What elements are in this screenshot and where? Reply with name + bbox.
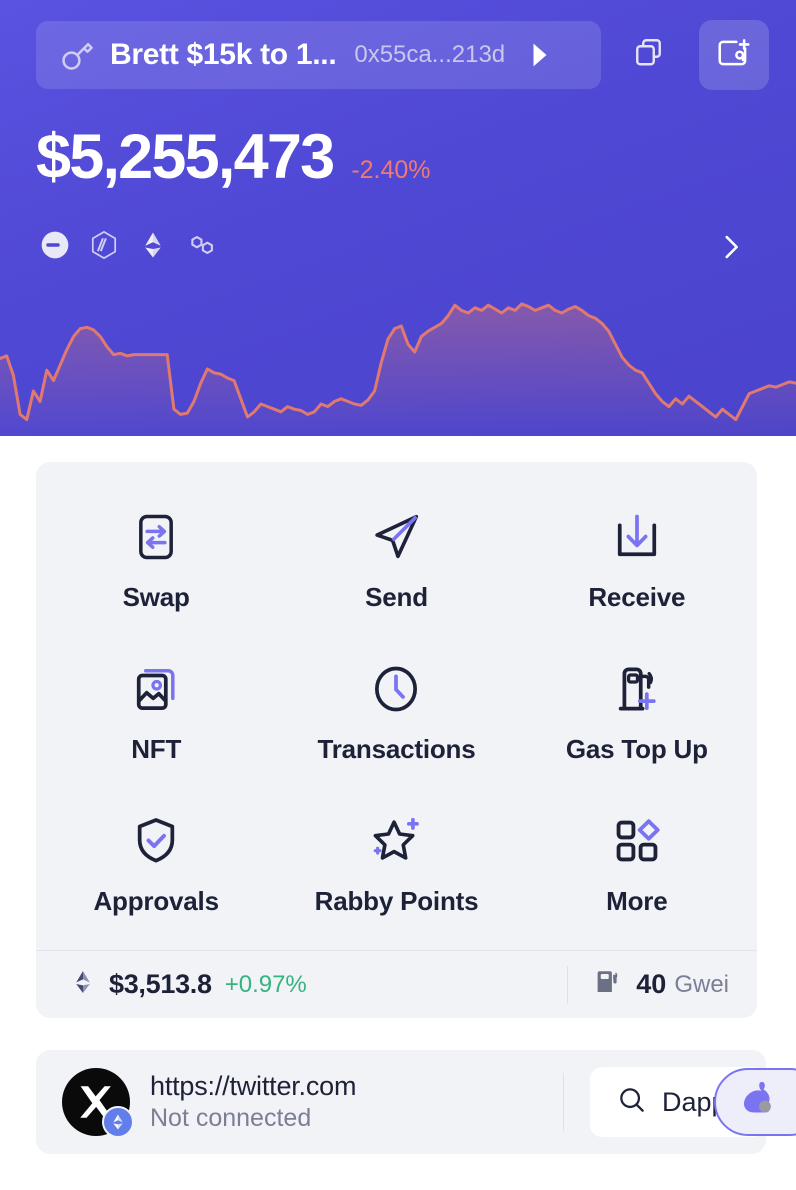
- caret-right-icon: [529, 42, 551, 68]
- gas-price-widget[interactable]: 40 Gwei: [594, 967, 729, 1002]
- shield-check-icon: [128, 812, 184, 870]
- site-connection-status: Not connected: [150, 1104, 312, 1132]
- balance-sparkline-chart: [0, 302, 796, 436]
- gas-pump-plus-icon: [609, 660, 665, 718]
- total-balance: $5,255,473: [36, 122, 335, 192]
- rabby-points-action[interactable]: Rabby Points: [276, 788, 516, 940]
- receive-action-label: Receive: [588, 581, 686, 612]
- rabby-wallet-popup: Brett $15k to 1... 0x55ca...213d $5,255,…: [0, 0, 796, 1190]
- chain-list[interactable]: [38, 228, 219, 262]
- search-icon: [616, 1084, 648, 1121]
- send-action-label: Send: [365, 581, 428, 612]
- polygon-chain-icon: [185, 228, 219, 262]
- rabbit-icon: [732, 1077, 778, 1128]
- nft-action-label: NFT: [131, 733, 182, 764]
- rabby-assistant-button[interactable]: [714, 1068, 796, 1136]
- account-name: Brett $15k to 1...: [110, 38, 337, 71]
- gas-price-unit: Gwei: [674, 970, 729, 998]
- add-wallet-button[interactable]: [699, 20, 769, 90]
- site-avatar: [62, 1068, 134, 1138]
- balance-row[interactable]: $5,255,473 -2.40%: [36, 126, 431, 189]
- send-icon: [367, 508, 425, 566]
- copy-address-button[interactable]: [615, 20, 685, 90]
- ethereum-icon: [70, 967, 96, 1002]
- send-action[interactable]: Send: [276, 484, 516, 636]
- actions-card: Swap Send Receive NFT Transactions Gas T…: [36, 462, 757, 1018]
- transactions-action[interactable]: Transactions: [276, 636, 516, 788]
- approvals-action-label: Approvals: [93, 885, 219, 916]
- eth-price-widget[interactable]: $3,513.8 +0.97%: [70, 967, 307, 1002]
- swap-icon: [128, 508, 184, 566]
- ethereum-chain-icon: [136, 228, 170, 262]
- card-footer: $3,513.8 +0.97% 40 Gwei: [36, 950, 757, 1018]
- footer-divider: [567, 965, 569, 1004]
- copy-icon: [632, 35, 668, 76]
- add-wallet-icon: [715, 34, 753, 77]
- gas-price-value: 40: [636, 969, 667, 999]
- eth-price-value: $3,513.8: [109, 969, 212, 999]
- header-topbar: Brett $15k to 1... 0x55ca...213d: [36, 20, 769, 90]
- site-url: https://twitter.com: [150, 1071, 357, 1101]
- clock-icon: [368, 660, 424, 718]
- chains-expand-icon[interactable]: [714, 230, 748, 269]
- receive-icon: [609, 508, 665, 566]
- more-action[interactable]: More: [517, 788, 757, 940]
- key-icon: [58, 36, 96, 74]
- connection-divider: [562, 1073, 564, 1131]
- swap-action-label: Swap: [122, 581, 190, 612]
- star-sparkle-icon: [367, 812, 425, 870]
- actions-grid: Swap Send Receive NFT Transactions Gas T…: [36, 462, 757, 950]
- arbitrum-chain-icon: [87, 228, 121, 262]
- nft-action[interactable]: NFT: [36, 636, 276, 788]
- nft-image-icon: [128, 660, 184, 718]
- gas-top-up-action-label: Gas Top Up: [565, 733, 708, 764]
- gas-top-up-action[interactable]: Gas Top Up: [517, 636, 757, 788]
- gas-pump-icon: [594, 967, 624, 1002]
- balance-change: -2.40%: [351, 156, 431, 184]
- eth-price-change: +0.97%: [224, 970, 307, 998]
- base-chain-icon: [38, 228, 72, 262]
- more-action-label: More: [606, 885, 668, 916]
- swap-action[interactable]: Swap: [36, 484, 276, 636]
- ethereum-badge-icon: [102, 1106, 134, 1138]
- transactions-action-label: Transactions: [317, 733, 476, 764]
- site-info: https://twitter.com Not connected: [150, 1071, 356, 1133]
- account-selector[interactable]: Brett $15k to 1... 0x55ca...213d: [36, 21, 601, 89]
- grid-more-icon: [610, 812, 664, 870]
- account-address: 0x55ca...213d: [354, 41, 506, 68]
- approvals-action[interactable]: Approvals: [36, 788, 276, 940]
- rabby-points-action-label: Rabby Points: [314, 885, 479, 916]
- wallet-header: Brett $15k to 1... 0x55ca...213d $5,255,…: [0, 0, 796, 436]
- site-connection-bar: https://twitter.com Not connected Dapps: [36, 1050, 766, 1154]
- receive-action[interactable]: Receive: [517, 484, 757, 636]
